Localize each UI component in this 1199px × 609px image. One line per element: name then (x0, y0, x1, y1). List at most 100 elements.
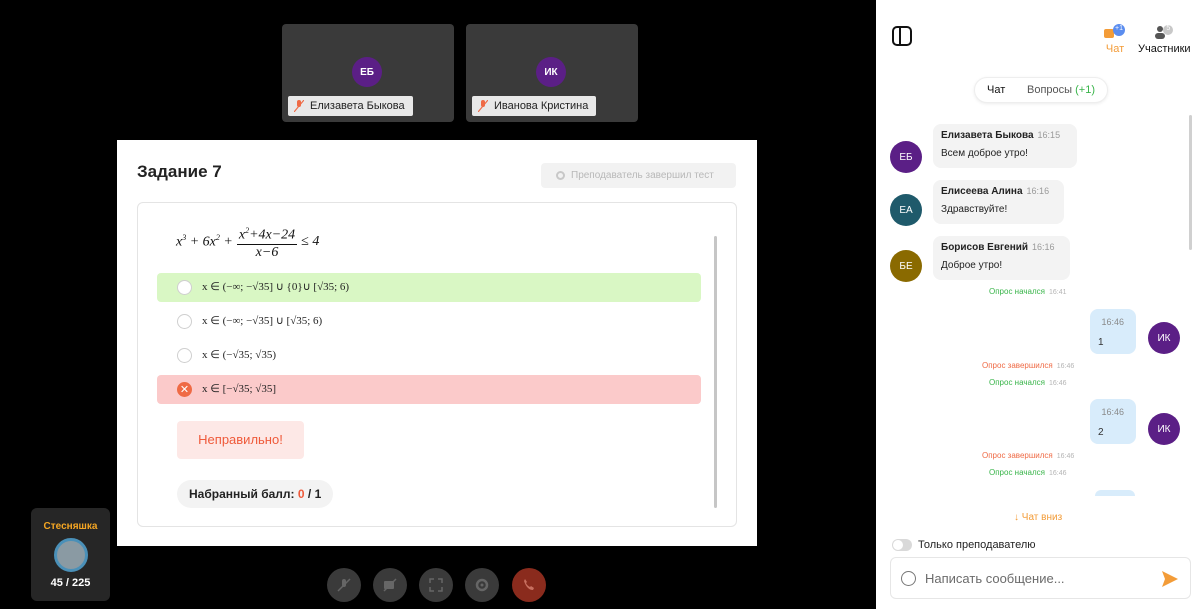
message-bubble: Елисеева Алина 16:16 Здравствуйте! (933, 180, 1064, 224)
badge-progress: 45 / 225 (50, 577, 91, 589)
nav-participants[interactable]: 5 Участники (1138, 24, 1191, 55)
side-panel: +1 Чат 5 Участники Чат Вопросы (+1) ЕБ Е… (876, 0, 1199, 609)
message-input[interactable] (925, 568, 1145, 588)
system-message: Опрос начался 16:46 (989, 378, 1067, 387)
score-separator: / (307, 487, 312, 501)
score-max: 1 (314, 487, 322, 501)
end-call-button[interactable] (512, 568, 546, 602)
task-card: Задание 7 Преподаватель завершил тест x3… (117, 140, 757, 546)
system-text: Опрос завершился (982, 451, 1053, 460)
result-label: Неправильно! (177, 421, 304, 459)
chat-mode-switch: Чат Вопросы (+1) (974, 77, 1108, 103)
send-icon[interactable] (1160, 569, 1180, 589)
answer-option[interactable]: ✕ x ∈ [−√35; √35] (157, 375, 701, 404)
participants-badge: 5 (1166, 25, 1171, 32)
emoji-icon[interactable] (901, 571, 916, 586)
avatar: ИК (1148, 322, 1180, 354)
question-panel: x3 + 6x2 + x2+4x−24 x−6 ≤ 4 x ∈ (−∞; −√35… (137, 202, 737, 527)
answer-option[interactable]: x ∈ (−√35; √35) (157, 341, 701, 370)
message-text: 1 (1098, 337, 1104, 348)
mic-toggle-button[interactable] (327, 568, 361, 602)
answer-option[interactable]: x ∈ (−∞; −√35] ∪ {0}∪ [√35; 6) (157, 273, 701, 302)
my-message-bubble: 16:46 2 (1090, 399, 1136, 444)
status-dot-icon (556, 171, 565, 180)
nav-chat[interactable]: +1 Чат (1102, 24, 1128, 55)
mic-off-icon (478, 100, 488, 112)
message-text: 2 (1098, 427, 1104, 438)
message-time: 16:16 (1032, 242, 1055, 252)
settings-button[interactable] (465, 568, 499, 602)
collapse-panel-icon[interactable] (892, 26, 912, 46)
mic-off-icon (337, 578, 351, 592)
answer-text: x ∈ (−∞; −√35] ∪ {0}∪ [√35; 6) (202, 281, 350, 293)
participant-name-label: Иванова Кристина (472, 96, 597, 116)
question-formula: x3 + 6x2 + x2+4x−24 x−6 ≤ 4 (176, 223, 319, 261)
system-time: 16:46 (1048, 470, 1067, 477)
system-message: Опрос завершился 16:46 (982, 451, 1074, 460)
participant-tile[interactable]: ЕБ Елизавета Быкова (282, 24, 454, 122)
system-message: Опрос начался 16:46 (989, 468, 1067, 477)
only-teacher-label: Только преподавателю (918, 539, 1036, 551)
radio-button[interactable] (177, 314, 192, 329)
score-value: 0 (297, 487, 305, 501)
system-message: Опрос завершился 16:46 (982, 361, 1074, 370)
fullscreen-button[interactable] (419, 568, 453, 602)
system-time: 16:46 (1056, 363, 1075, 370)
message-text: Всем доброе утро! (941, 148, 1028, 159)
video-toggle-button[interactable] (373, 568, 407, 602)
achievement-badge: Стесняшка 45 / 225 (31, 508, 110, 601)
tab-chat[interactable]: Чат (987, 84, 1005, 96)
message-text: Доброе утро! (941, 260, 1003, 271)
badge-title: Стесняшка (43, 521, 98, 532)
message-text: Здравствуйте! (941, 204, 1008, 215)
answer-text: x ∈ (−∞; −√35] ∪ [√35; 6) (202, 315, 323, 327)
scroll-down-button[interactable]: ↓ Чат вниз (1014, 512, 1062, 523)
avatar: ИК (536, 57, 566, 87)
test-status-label: Преподаватель завершил тест (571, 170, 714, 181)
sender-name: Елизавета Быкова (941, 130, 1034, 141)
participants-icon: 5 (1153, 24, 1175, 40)
mic-off-icon (294, 100, 304, 112)
message-input-box (890, 557, 1191, 599)
participant-name-label: Елизавета Быкова (288, 96, 413, 116)
avatar: БЕ (890, 250, 922, 282)
chat-icon: +1 (1102, 24, 1128, 40)
only-teacher-toggle[interactable]: Только преподавателю (892, 538, 1036, 552)
wrong-x-icon[interactable]: ✕ (177, 382, 192, 397)
chat-scrollbar[interactable] (1189, 115, 1192, 250)
system-time: 16:41 (1048, 289, 1067, 296)
system-time: 16:46 (1056, 453, 1075, 460)
tab-questions-count: (+1) (1075, 84, 1095, 96)
system-message: Опрос начался 16:41 (989, 287, 1067, 296)
avatar: ЕА (890, 194, 922, 226)
fullscreen-icon (429, 578, 443, 592)
answer-text: x ∈ [−√35; √35] (202, 383, 276, 395)
answer-option[interactable]: x ∈ (−∞; −√35] ∪ [√35; 6) (157, 307, 701, 336)
participant-name: Иванова Кристина (494, 100, 589, 112)
tab-questions[interactable]: Вопросы (+1) (1027, 84, 1095, 96)
participant-tile[interactable]: ИК Иванова Кристина (466, 24, 638, 122)
radio-button[interactable] (177, 348, 192, 363)
sender-name: Елисеева Алина (941, 186, 1023, 197)
system-text: Опрос начался (989, 287, 1045, 296)
tab-questions-label: Вопросы (1027, 84, 1073, 96)
avatar: ЕБ (352, 57, 382, 87)
scrollbar[interactable] (714, 236, 717, 508)
participant-name: Елизавета Быкова (310, 100, 405, 112)
score-label: Набранный балл: (189, 487, 295, 501)
task-title: Задание 7 (137, 162, 222, 181)
avatar: ЕБ (890, 141, 922, 173)
nav-participants-label: Участники (1138, 43, 1191, 55)
score-pill: Набранный балл: 0 / 1 (177, 480, 334, 508)
radio-button[interactable] (177, 280, 192, 295)
test-status-button: Преподаватель завершил тест (541, 163, 736, 188)
message-time: 16:15 (1037, 130, 1061, 140)
toggle-switch[interactable] (892, 539, 912, 551)
sender-name: Борисов Евгений (941, 242, 1029, 253)
message-time: 16:16 (1026, 186, 1050, 196)
system-text: Опрос начался (989, 378, 1045, 387)
my-message-bubble: 16:46 1 (1090, 309, 1136, 354)
system-text: Опрос завершился (982, 361, 1053, 370)
nav-chat-label: Чат (1105, 43, 1125, 55)
settings-icon (475, 578, 489, 592)
